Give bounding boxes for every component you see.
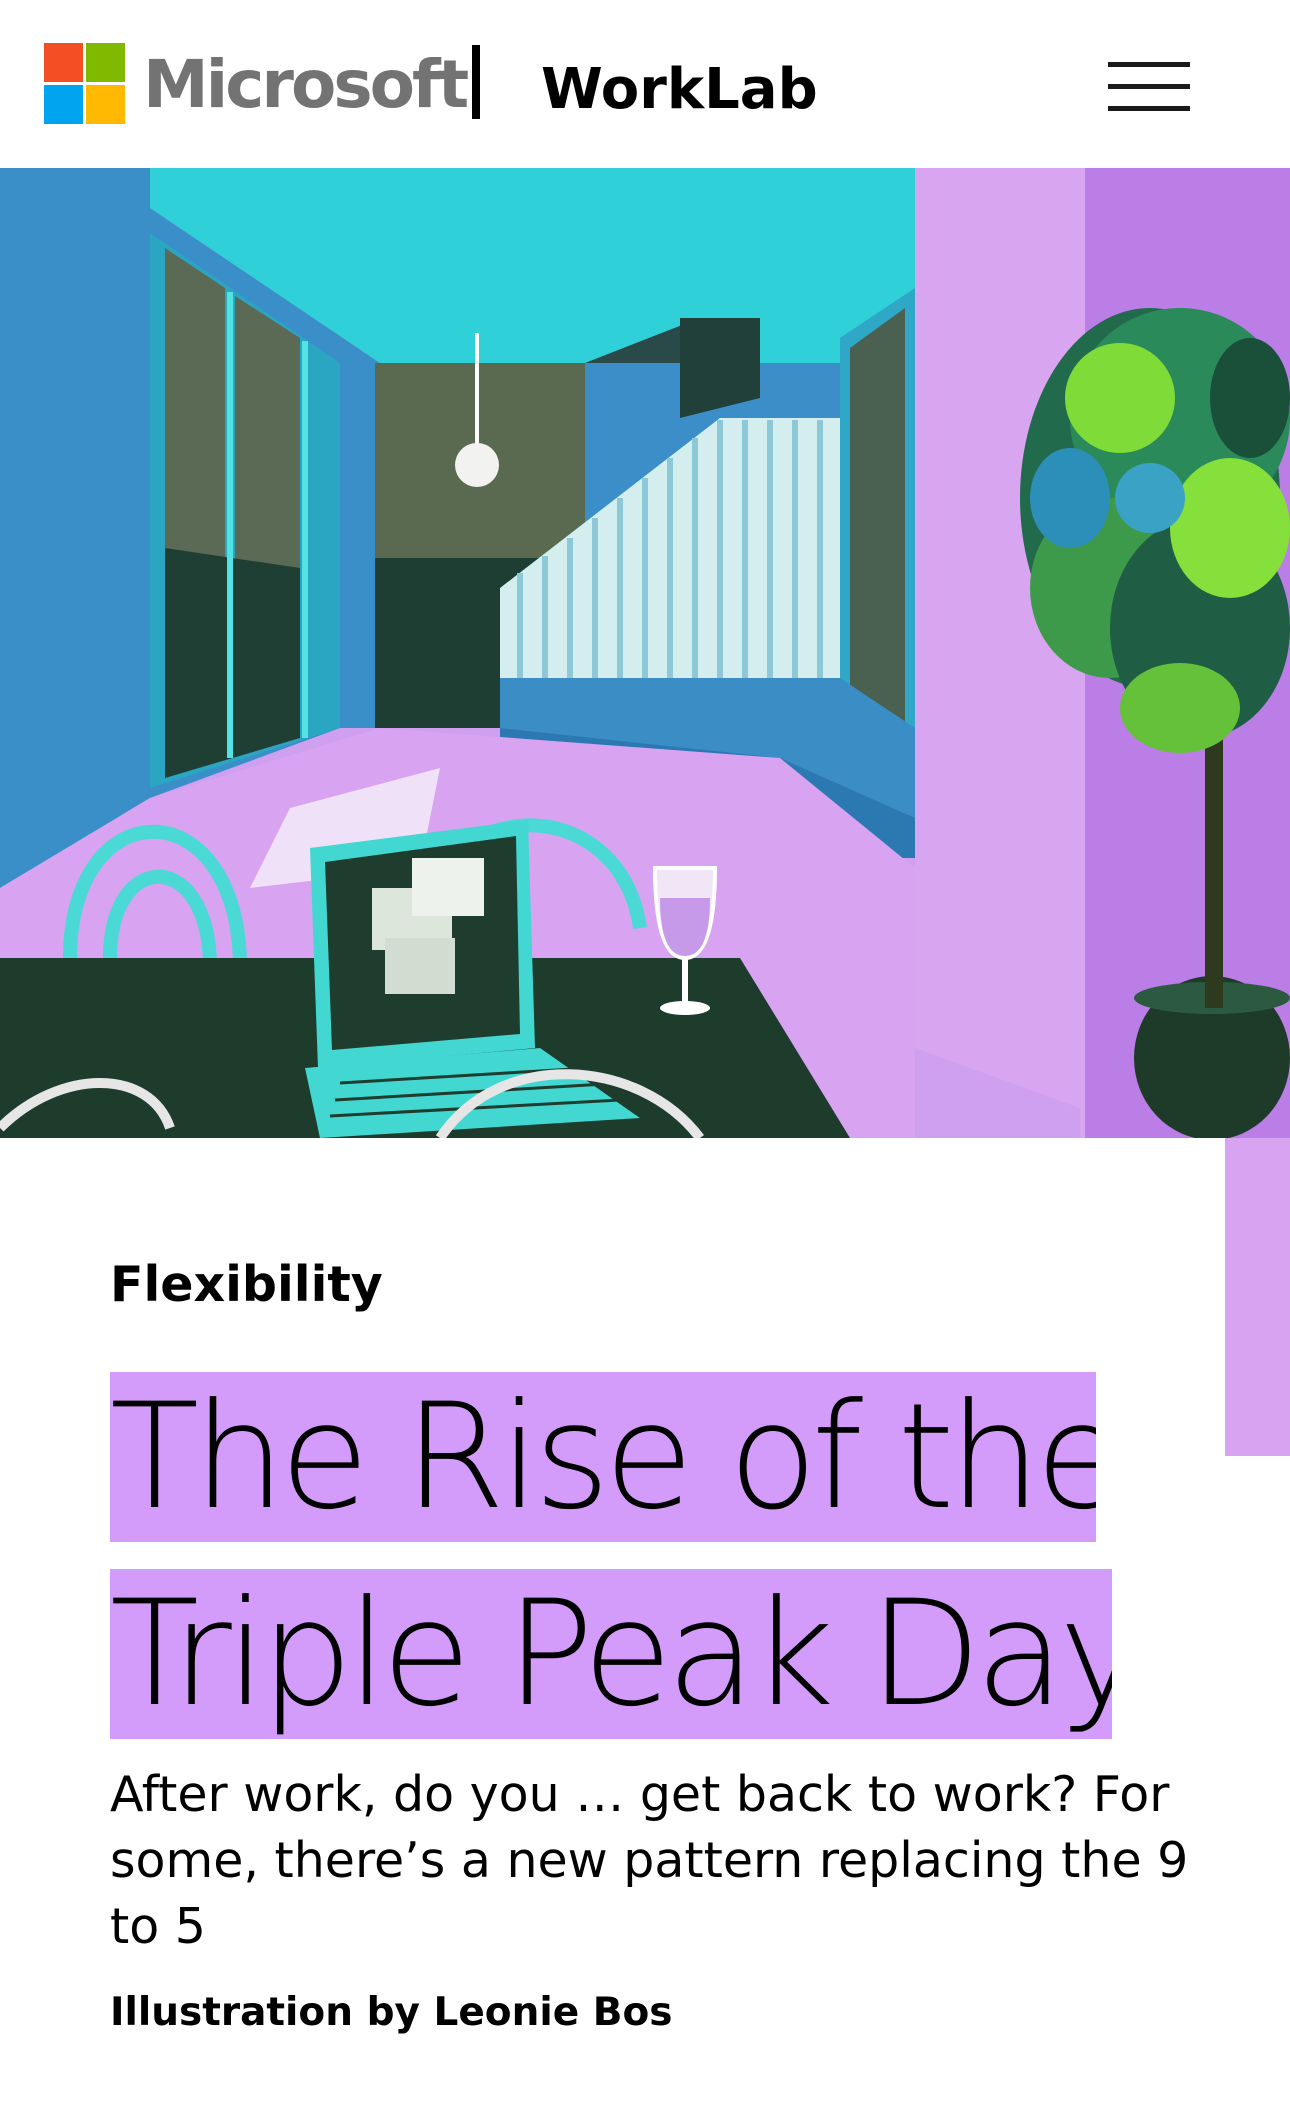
article-title-line-2: Triple Peak Day xyxy=(110,1569,1112,1739)
logo-red-square xyxy=(44,43,83,82)
menu-bar-top xyxy=(1108,62,1190,67)
worklab-site-title[interactable]: WorkLab xyxy=(541,50,818,130)
logo-green-square xyxy=(86,43,125,82)
microsoft-wordmark[interactable]: Microsoft xyxy=(143,40,469,130)
header-divider xyxy=(472,45,480,119)
hero-illustration xyxy=(0,168,1290,1138)
article-subtitle: After work, do you … get back to work? F… xyxy=(110,1766,1189,1955)
illustration-credit: Illustration by Leonie Bos xyxy=(110,1990,673,2035)
article-category[interactable]: Flexibility xyxy=(110,1250,383,1320)
logo-blue-square xyxy=(44,85,83,124)
menu-bar-middle xyxy=(1108,84,1190,89)
home-office-illustration xyxy=(0,168,1290,1138)
hero-accent-strip xyxy=(1225,1138,1290,1456)
logo-yellow-square xyxy=(86,85,125,124)
site-header: Microsoft WorkLab xyxy=(0,0,1290,168)
hamburger-menu-icon[interactable] xyxy=(1100,56,1196,118)
article-title-line-1: The Rise of the xyxy=(110,1372,1096,1542)
menu-bar-bottom xyxy=(1108,106,1190,111)
microsoft-logo-icon[interactable] xyxy=(44,43,125,124)
